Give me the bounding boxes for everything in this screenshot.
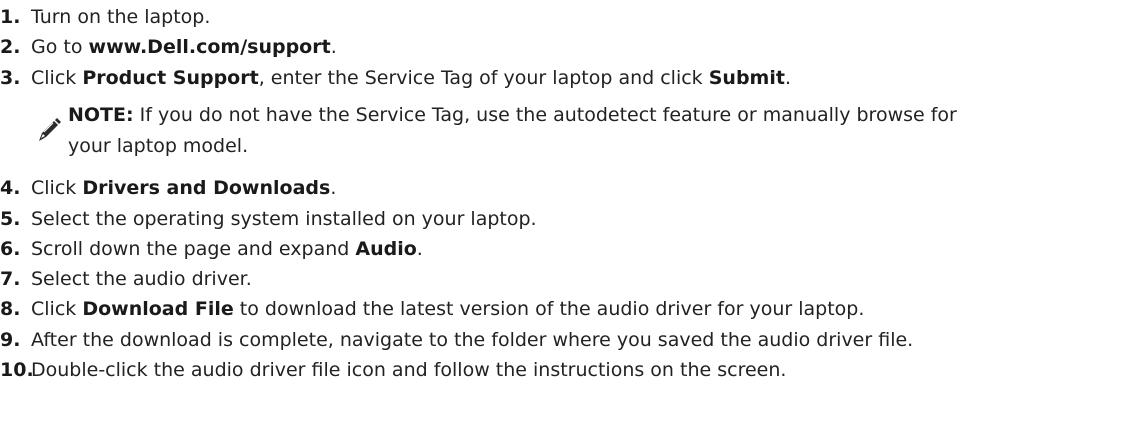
step-text-part: After the download is complete, navigate… (31, 329, 914, 351)
step-text: After the download is complete, navigate… (31, 325, 913, 355)
step-number: 8. (0, 298, 21, 320)
step-emphasis: www.Dell.com/support (88, 36, 331, 58)
step-text-part: . (416, 238, 423, 260)
step-text-part: Select the operating system installed on… (31, 208, 537, 230)
step-text: Click Product Support, enter the Service… (31, 63, 791, 93)
step-text-part: Select the audio driver. (31, 268, 252, 290)
step-emphasis: Download File (82, 298, 234, 320)
step-number: 2. (0, 36, 21, 58)
note-text-line-2: your laptop model. (68, 135, 249, 157)
step-text-part: . (330, 177, 337, 199)
step-text-part: . (784, 67, 791, 89)
step-text-part: Click (31, 177, 83, 199)
step-text-part: Double-click the audio driver file icon … (31, 359, 787, 381)
step-text-part: Turn on the laptop. (31, 6, 211, 28)
step-number: 4. (0, 177, 21, 199)
step-emphasis: Product Support (82, 67, 259, 89)
step-text: Select the operating system installed on… (31, 204, 537, 234)
step-text: Scroll down the page and expand Audio. (31, 234, 423, 264)
step-text-part: Go to (31, 36, 89, 58)
step-emphasis: Submit (708, 67, 785, 89)
step-number: 3. (0, 67, 21, 89)
step-text-part: , enter the Service Tag of your laptop a… (258, 67, 709, 89)
step-text: Select the audio driver. (31, 264, 252, 294)
step-number: 7. (0, 268, 21, 290)
note-text: If you do not have the Service Tag, use … (133, 104, 957, 126)
step-emphasis: Drivers and Downloads (82, 177, 331, 199)
note-label: NOTE: (68, 104, 134, 126)
step-text: Double-click the audio driver file icon … (31, 355, 786, 385)
step-text-part: . (330, 36, 337, 58)
note-text-line-1: NOTE: If you do not have the Service Tag… (68, 100, 957, 130)
step-text-part: Click (31, 67, 83, 89)
step-number: 6. (0, 238, 21, 260)
step-text: Turn on the laptop. (31, 2, 210, 32)
note-pencil-icon (37, 117, 62, 142)
step-text: Click Download File to download the late… (31, 294, 864, 324)
step-text-part: to download the latest version of the au… (233, 298, 865, 320)
step-text: Go to www.Dell.com/support. (31, 32, 337, 62)
step-text: Click Drivers and Downloads. (31, 173, 336, 203)
step-number: 1. (0, 6, 21, 28)
step-number: 10. (0, 359, 34, 381)
step-number: 5. (0, 208, 21, 230)
step-text-part: Scroll down the page and expand (31, 238, 356, 260)
step-text-part: Click (31, 298, 83, 320)
step-number: 9. (0, 329, 21, 351)
step-emphasis: Audio (355, 238, 417, 260)
